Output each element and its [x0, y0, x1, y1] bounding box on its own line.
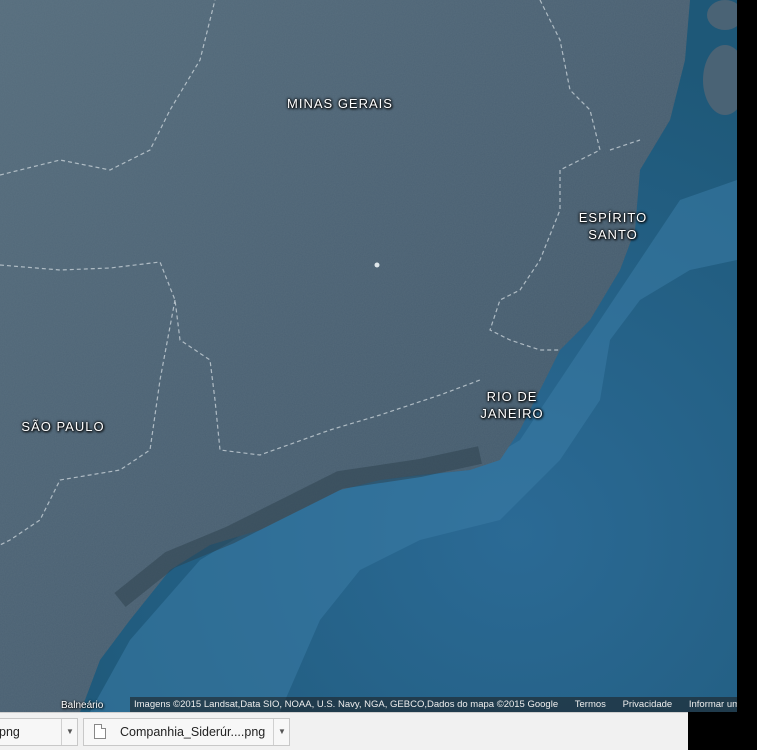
region-label-minas-gerais: MINAS GERAIS: [287, 96, 393, 111]
imagery-credit: Imagens ©2015 Landsat,Data SIO, NOAA, U.…: [134, 699, 559, 710]
region-label-sao-paulo: SÃO PAULO: [21, 419, 105, 434]
window-edge: [737, 0, 757, 712]
download-filename: png: [0, 725, 20, 739]
region-label-espirito-santo: ESPÍRITO SANTO: [578, 210, 648, 242]
download-bar: png ▼ Companhia_Siderúr....png ▼: [0, 712, 688, 750]
city-label-balneario: Balneário: [61, 700, 104, 711]
city-marker: [374, 262, 380, 268]
terms-link[interactable]: Termos: [575, 699, 606, 710]
download-item[interactable]: Companhia_Siderúr....png ▼: [83, 718, 290, 746]
download-filename: Companhia_Siderúr....png: [120, 725, 266, 739]
file-icon: [94, 724, 106, 739]
download-item[interactable]: png ▼: [0, 718, 78, 746]
privacy-link[interactable]: Privacidade: [623, 699, 673, 710]
map-attribution: Imagens ©2015 Landsat,Data SIO, NOAA, U.…: [130, 697, 737, 712]
region-label-rio-de-janeiro: RIO DE JANEIRO: [480, 389, 544, 421]
map-view[interactable]: MINAS GERAIS ESPÍRITO SANTO RIO DE JANEI…: [0, 0, 737, 712]
report-error-link[interactable]: Informar um erro no mapa: [689, 699, 737, 710]
chevron-down-icon[interactable]: ▼: [273, 719, 290, 745]
chevron-down-icon[interactable]: ▼: [61, 719, 78, 745]
taskbar-edge: [688, 712, 757, 750]
